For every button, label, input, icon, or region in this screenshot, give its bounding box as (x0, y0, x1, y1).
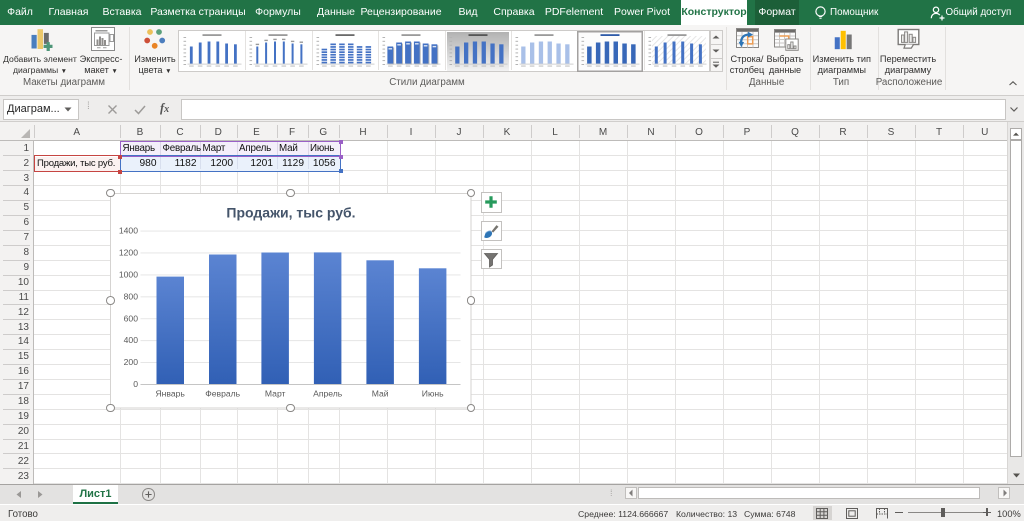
svg-text:Январь: Январь (155, 389, 185, 399)
svg-text:0: 0 (133, 379, 138, 389)
svg-text:Май: Май (372, 389, 389, 399)
svg-text:Март: Март (265, 389, 286, 399)
svg-text:800: 800 (124, 291, 139, 301)
svg-text:Февраль: Февраль (205, 389, 240, 399)
svg-text:Июнь: Июнь (422, 389, 444, 399)
svg-text:600: 600 (124, 313, 139, 323)
svg-text:1400: 1400 (119, 226, 138, 236)
svg-text:1200: 1200 (119, 248, 138, 258)
svg-text:1000: 1000 (119, 270, 138, 280)
svg-text:400: 400 (124, 335, 139, 345)
svg-text:200: 200 (124, 357, 139, 367)
svg-text:Апрель: Апрель (313, 389, 343, 399)
